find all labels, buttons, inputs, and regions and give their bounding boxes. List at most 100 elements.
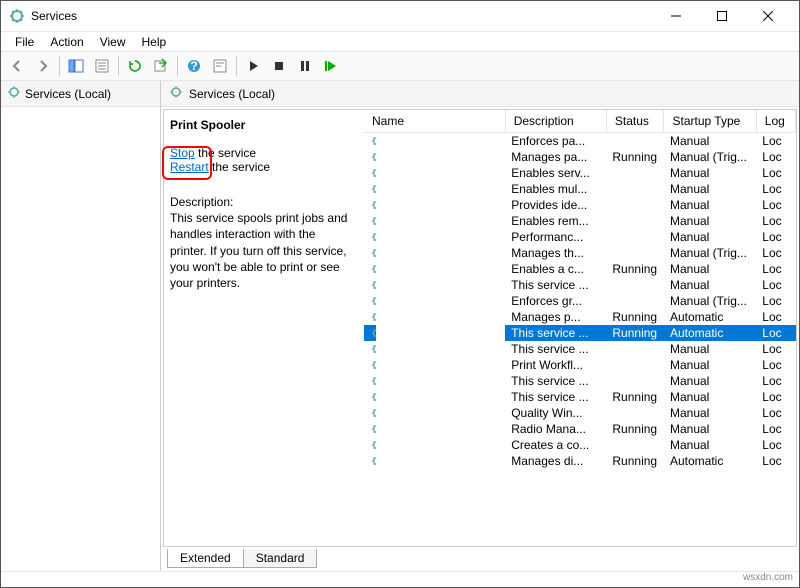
cell-description: Enables mul... [505,181,606,197]
services-icon [9,8,25,24]
restart-service-button[interactable] [319,54,343,78]
cell-startup: Automatic [664,453,756,469]
cell-name: Peer Name Resolution Prot... [364,165,376,181]
cell-name: Radio Management Service [364,421,376,437]
restart-service-link[interactable]: Restart [170,160,209,174]
service-row[interactable]: Radio Management ServiceRadio Mana...Run… [364,421,796,437]
restart-service-line: Restart the service [170,160,354,174]
cell-logon: Loc [756,421,795,437]
service-row[interactable]: Performance Counter DLL ...Enables rem..… [364,213,796,229]
description-label: Description: [170,194,354,210]
cell-description: This service ... [505,341,606,357]
minimize-button[interactable] [653,1,699,31]
services-icon [169,85,183,102]
cell-status [606,405,664,421]
console-tree[interactable]: Services (Local) [1,81,161,571]
cell-logon: Loc [756,181,795,197]
service-row[interactable]: Performance Logs & AlertsPerformanc...Ma… [364,229,796,245]
maximize-button[interactable] [699,1,745,31]
cell-logon: Loc [756,133,795,150]
cell-logon: Loc [756,309,795,325]
title-bar: Services [1,1,799,31]
menu-bar: File Action View Help [1,31,799,51]
menu-help[interactable]: Help [134,33,175,51]
service-row[interactable]: Plug and PlayEnables a c...RunningManual… [364,261,796,277]
cell-status [606,165,664,181]
service-row[interactable]: PrintWorkflow_57e62acPrint Workfl...Manu… [364,357,796,373]
cell-status: Running [606,421,664,437]
service-row[interactable]: Printer Extensions and Notif... This serv… [364,341,796,357]
service-row[interactable]: Program Compatibility Assi...This servic… [364,389,796,405]
show-hide-tree-button[interactable] [64,54,88,78]
cell-startup: Manual [664,165,756,181]
cell-name: Printer Extensions and Notif... [364,341,376,357]
pause-service-button[interactable] [293,54,317,78]
cell-name: Print Spooler [364,325,376,341]
cell-name: Quality Windows Audio Vid... [364,405,376,421]
column-status[interactable]: Status [606,110,664,133]
cell-status: Running [606,261,664,277]
svg-text:?: ? [190,59,197,73]
cell-startup: Manual [664,277,756,293]
cell-name: Portable Device Enumerator... [364,293,376,309]
service-row[interactable]: PNRP Machine Name Publi... This service .… [364,277,796,293]
tree-node-services-local[interactable]: Services (Local) [1,81,160,107]
column-name[interactable]: Name [364,110,505,133]
service-row[interactable]: Portable Device Enumerator... Enforces gr… [364,293,796,309]
back-button[interactable] [5,54,29,78]
service-row[interactable]: Remote Access Connection...Manages di...… [364,453,796,469]
stop-service-button[interactable] [267,54,291,78]
export-button[interactable] [149,54,173,78]
cell-description: Enforces gr... [505,293,606,309]
cell-logon: Loc [756,197,795,213]
close-button[interactable] [745,1,791,31]
tab-standard[interactable]: Standard [243,549,318,568]
cell-logon: Loc [756,149,795,165]
start-service-button[interactable] [241,54,265,78]
cell-logon: Loc [756,437,795,453]
cell-startup: Manual [664,437,756,453]
service-row[interactable]: Peer Name Resolution Prot...Enables serv… [364,165,796,181]
cell-description: Manages p... [505,309,606,325]
cell-description: Performanc... [505,229,606,245]
cell-logon: Loc [756,229,795,245]
menu-action[interactable]: Action [42,33,91,51]
service-row[interactable]: Print SpoolerThis service ...RunningAuto… [364,325,796,341]
forward-button[interactable] [31,54,55,78]
cell-name: Performance Logs & Alerts [364,229,376,245]
menu-file[interactable]: File [7,33,42,51]
service-row[interactable]: PowerManages p...RunningAutomaticLoc [364,309,796,325]
stop-service-link[interactable]: Stop [170,146,195,160]
refresh-button[interactable] [123,54,147,78]
cell-description: Provides ide... [505,197,606,213]
cell-description: Print Workfl... [505,357,606,373]
cell-status: Running [606,149,664,165]
service-row[interactable]: Remote Access Auto Conne...Creates a co.… [364,437,796,453]
export-list-button[interactable] [90,54,114,78]
column-startup-type[interactable]: Startup Type [664,110,756,133]
service-row[interactable]: Phone ServiceManages th...Manual (Trig..… [364,245,796,261]
cell-name: PNRP Machine Name Publi... [364,277,376,293]
cell-startup: Manual [664,197,756,213]
details-pane: Print Spooler Stop the service Restart t… [164,110,364,546]
service-row[interactable]: Parental ControlsEnforces pa...ManualLoc [364,133,796,150]
service-row[interactable]: Peer Networking GroupingEnables mul...Ma… [364,181,796,197]
service-row[interactable]: Quality Windows Audio Vid...Quality Win.… [364,405,796,421]
tab-extended[interactable]: Extended [167,549,244,568]
cell-status [606,373,664,389]
service-row[interactable]: Peer Networking Identity M...Provides id… [364,197,796,213]
cell-status: Running [606,325,664,341]
cell-startup: Manual (Trig... [664,245,756,261]
help-button[interactable]: ? [182,54,206,78]
service-row[interactable]: Payments and NFC/SE Man...Manages pa...R… [364,149,796,165]
view-tabs: Extended Standard [161,549,799,571]
cell-description: This service ... [505,277,606,293]
cell-logon: Loc [756,293,795,309]
menu-view[interactable]: View [92,33,134,51]
service-row[interactable]: Problem Reports and Soluti...This servic… [364,373,796,389]
services-list[interactable]: Name Description Status Startup Type Log… [364,110,796,546]
column-logon[interactable]: Log [756,110,795,133]
properties-button[interactable] [208,54,232,78]
column-description[interactable]: Description [505,110,606,133]
cell-name: Peer Networking Grouping [364,181,376,197]
